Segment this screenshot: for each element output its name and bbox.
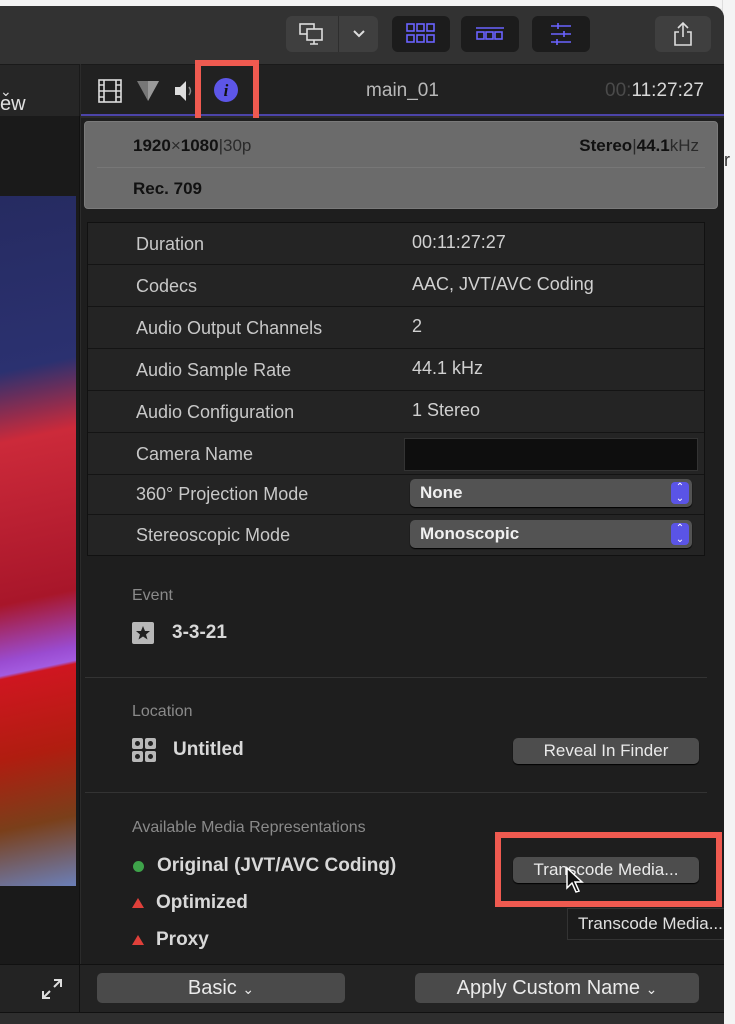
stereoscopic-mode-select[interactable]: Monoscopic ⌃ ⌄ [410,520,692,548]
missing-warning-icon [132,898,144,908]
info-tab-annotation-box [195,60,259,124]
viewer [0,116,80,964]
background-text-fragment: r [724,150,730,170]
mouse-cursor-icon [566,866,584,893]
property-row: Duration 00:11:27:27 [88,223,704,265]
viewer-display-toggle-button[interactable] [286,16,338,52]
inspector-toggle-button[interactable] [532,16,590,52]
camera-name-field[interactable] [404,438,698,471]
share-icon [674,21,692,46]
library-icon [132,738,156,762]
media-representations-label: Available Media Representations [132,819,366,836]
viewer-display-group [286,16,378,52]
clip-timecode: 00:11:27:27 [605,80,704,101]
inspector-bottom-bar: Basic ⌄ Apply Custom Name ⌄ [0,964,724,1013]
media-item-proxy: Proxy [132,929,209,951]
apply-custom-name-menu[interactable]: Apply Custom Name ⌄ [415,973,699,1003]
transcode-tooltip: Transcode Media... [567,908,724,940]
divider [85,792,707,793]
summary-divider [97,167,705,168]
display-icon [299,23,323,45]
property-row: Audio Output Channels 2 [88,307,704,349]
view-menu-button[interactable]: ew ⌄ [0,79,26,115]
viewer-display-menu-button[interactable] [338,16,378,52]
viewer-header: ew ⌄ [0,64,80,116]
event-label: Event [132,587,173,604]
grid-icon [406,23,435,43]
metadata-view-menu[interactable]: Basic ⌄ [97,973,345,1003]
video-format: 1920×1080|30p [133,136,252,155]
timeline-edge [0,1012,724,1024]
property-row: 360° Projection Mode None ⌃ ⌄ [88,473,704,515]
final-cut-window: ew ⌄ i main_01 00:11:27:27 1920×1080|30p… [0,6,724,1024]
media-item-original: Original (JVT/AVC Coding) [132,855,396,877]
toolbar [0,6,724,64]
event-item: 3-3-21 [132,622,227,644]
property-row: Stereoscopic Mode Monoscopic ⌃ ⌄ [88,514,704,556]
chevron-down-icon: ⌄ [645,981,658,997]
inspector-header: i main_01 00:11:27:27 [81,64,724,116]
audio-format: Stereo|44.1kHz [579,136,699,155]
projection-mode-select[interactable]: None ⌃ ⌄ [410,479,692,507]
color-space: Rec. 709 [133,179,202,198]
property-row: Audio Sample Rate 44.1 kHz [88,349,704,391]
clip-summary: 1920×1080|30p Stereo|44.1kHz Rec. 709 [84,121,718,209]
media-item-optimized: Optimized [132,892,248,914]
properties-table: Duration 00:11:27:27 Codecs AAC, JVT/AVC… [87,222,705,556]
viewer-frame-image [0,196,76,886]
info-inspector: 1920×1080|30p Stereo|44.1kHz Rec. 709 Du… [81,118,724,964]
property-row: Audio Configuration 1 Stereo [88,391,704,433]
browser-toggle-button[interactable] [392,16,450,52]
chevron-down-icon [352,30,365,38]
timeline-toggle-button[interactable] [461,16,519,52]
up-down-chevron-icon: ⌃ ⌄ [671,482,689,504]
up-down-chevron-icon: ⌃ ⌄ [671,523,689,545]
chevron-down-icon: ⌄ [242,981,255,997]
property-row: Camera Name [88,433,704,475]
sliders-icon [551,23,571,45]
missing-warning-icon [132,935,144,945]
event-star-icon [132,622,154,644]
fullscreen-icon[interactable] [40,977,64,1001]
property-row: Codecs AAC, JVT/AVC Coding [88,265,704,307]
reveal-in-finder-button[interactable]: Reveal In Finder [513,738,699,764]
transcode-annotation-box [495,832,722,907]
viewer-bottom-bar [0,965,80,1013]
available-status-icon [133,860,144,872]
share-button[interactable] [655,16,711,52]
timeline-icon [476,27,504,40]
divider [85,677,707,678]
location-label: Location [132,703,193,720]
location-item: Untitled [132,738,244,762]
